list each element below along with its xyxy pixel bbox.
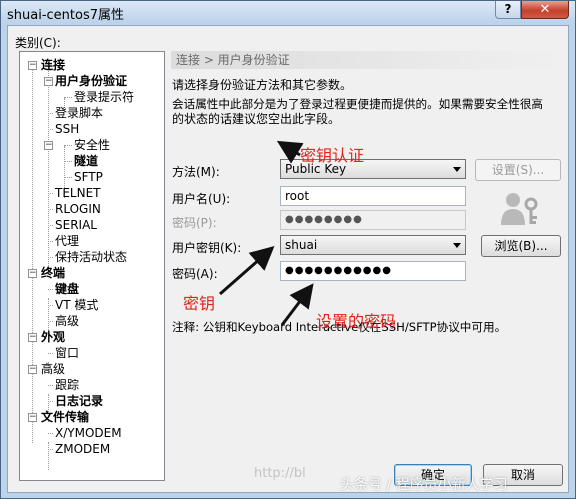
category-label: 类别(C): (15, 36, 61, 50)
username-input[interactable]: root (280, 186, 466, 206)
settings-button[interactable]: 设置(S)... (475, 159, 561, 181)
user-key-label: 用户密钥(K): (172, 241, 242, 255)
user-key-icon (501, 193, 538, 225)
password-input[interactable]: ●●●●●●●● (280, 210, 466, 230)
collapse-icon[interactable]: − (44, 141, 53, 150)
tree-item-proxy[interactable]: 代理 (55, 233, 79, 249)
category-tree[interactable]: − − − − − − − 连接 用户身份验证 登录提示符 登录脚本 SSH 安… (19, 51, 165, 481)
password-label: 密码(P): (172, 216, 217, 230)
tree-item-window[interactable]: 窗口 (55, 345, 79, 361)
close-button[interactable]: ✕ (521, 1, 569, 19)
tree-item-tunneling[interactable]: 隧道 (74, 153, 98, 169)
panel-note-line-2: 的状态的话建议您空出此字段。 (172, 112, 341, 126)
tree-item-keep-alive[interactable]: 保持活动状态 (55, 249, 127, 265)
tree-item-rlogin[interactable]: RLOGIN (55, 201, 101, 217)
annotation-key-auth: 密钥认证 (300, 146, 365, 165)
tree-item-zmodem[interactable]: ZMODEM (55, 441, 110, 457)
tree-item-advanced[interactable]: 高级 (41, 361, 65, 377)
collapse-icon[interactable]: − (28, 333, 37, 342)
tree-item-telnet[interactable]: TELNET (55, 185, 101, 201)
collapse-icon[interactable]: − (28, 269, 37, 278)
properties-dialog: shuai-centos7属性 ? ✕ 类别(C): − − − − − − −… (0, 0, 576, 499)
collapse-icon[interactable]: − (28, 413, 37, 422)
collapse-icon[interactable]: − (28, 61, 37, 70)
window-title: shuai-centos7属性 (7, 8, 125, 23)
watermark-url: http://bl (254, 466, 306, 481)
tree-item-appearance[interactable]: 外观 (41, 329, 65, 345)
tree-item-serial[interactable]: SERIAL (55, 217, 97, 233)
passphrase-label: 密码(A): (172, 267, 218, 281)
help-button[interactable]: ? (495, 1, 521, 19)
panel-header: 连接 > 用户身份验证 (171, 51, 565, 69)
tree-item-terminal[interactable]: 终端 (41, 265, 65, 281)
tree-item-login-scripts[interactable]: 登录脚本 (55, 105, 103, 121)
tree-item-login-prompts[interactable]: 登录提示符 (74, 89, 134, 105)
user-key-value: shuai (285, 238, 318, 252)
method-label: 方法(M): (172, 165, 220, 179)
dropdown-arrow-icon (453, 167, 461, 172)
tree-item-xymodem[interactable]: X/YMODEM (55, 425, 122, 441)
username-label: 用户名(U): (172, 192, 231, 206)
tree-item-security[interactable]: 安全性 (74, 137, 110, 153)
tree-item-ssh[interactable]: SSH (55, 121, 79, 137)
dropdown-arrow-icon (453, 243, 461, 248)
tree-item-sftp[interactable]: SFTP (74, 169, 103, 185)
tree-item-user-auth[interactable]: 用户身份验证 (55, 73, 127, 89)
tree-item-connection[interactable]: 连接 (41, 57, 65, 73)
collapse-icon[interactable]: − (44, 77, 53, 86)
panel-description: 请选择身份验证方法和其它参数。 (172, 78, 353, 92)
tree-item-trace[interactable]: 跟踪 (55, 377, 79, 393)
collapse-icon[interactable]: − (28, 365, 37, 374)
annotation-set-password: 设置的密码 (316, 312, 397, 331)
title-bar[interactable]: shuai-centos7属性 ? ✕ (1, 1, 575, 23)
watermark-text: 头条号 / 程序员小新人学习 (340, 477, 508, 493)
tree-item-vt-mode[interactable]: VT 模式 (55, 297, 98, 313)
tree-item-logging[interactable]: 日志记录 (55, 393, 103, 409)
tree-item-terminal-advanced[interactable]: 高级 (55, 313, 79, 329)
annotation-key: 密钥 (183, 294, 216, 313)
passphrase-input[interactable]: ●●●●●●●●●●● (280, 261, 466, 281)
browse-button[interactable]: 浏览(B)... (481, 235, 561, 257)
user-key-select[interactable]: shuai (280, 235, 466, 255)
tree-item-file-transfer[interactable]: 文件传输 (41, 409, 89, 425)
dialog-body: 类别(C): − − − − − − − 连接 用户身份验证 登录提示符 登录脚… (7, 25, 569, 493)
tree-item-keyboard[interactable]: 键盘 (55, 281, 79, 297)
